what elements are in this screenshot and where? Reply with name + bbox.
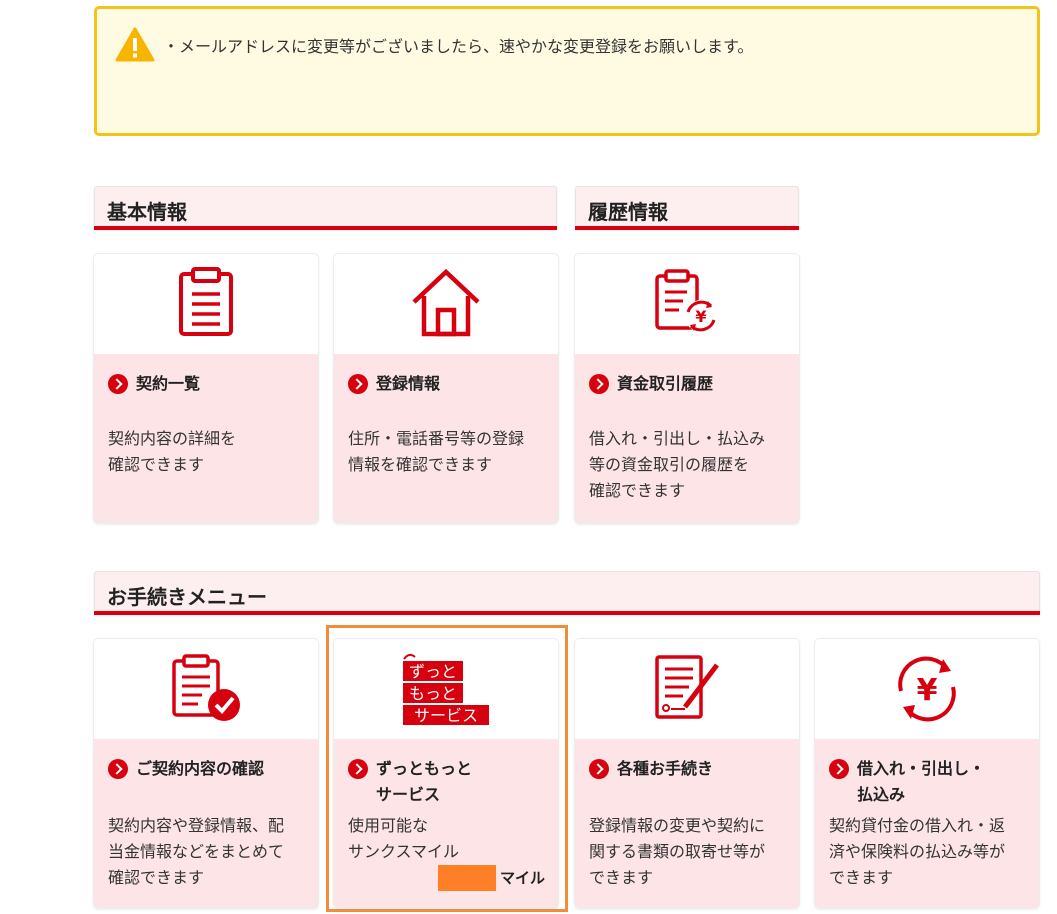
arrow-right-icon [589,374,609,394]
notice-box: ・メールアドレスに変更等がございましたら、速やかな変更登録をお願いします。 [94,6,1040,136]
card-desc-line: 契約貸付金の借入れ・返 [829,816,1006,835]
section-header-basic: 基本情報 [94,186,557,230]
card-desc-line: できます [589,868,654,887]
card-desc-line: 住所・電話番号等の登録 [348,429,525,448]
card-title: 登録情報 [376,374,441,393]
card-desc-line: 確認できます [108,455,205,474]
section-title-history: 履歴情報 [588,200,668,224]
arrow-right-icon [589,759,609,779]
svg-text:¥: ¥ [917,673,938,708]
card-title: 各種お手続き [617,759,714,778]
card-desc-line: できます [829,868,894,887]
section-header-history: 履歴情報 [575,186,799,230]
card-loans[interactable]: ¥ 借入れ・引出し・ 払込み 契約貸付金の借入れ・返 済や保険料の払込み等が でき… [815,639,1039,907]
clipboard-icon [179,267,233,336]
card-desc-line: 確認できます [108,868,205,887]
section-title-basic: 基本情報 [107,200,187,224]
arrow-right-icon [108,374,128,394]
warning-icon [115,27,155,62]
card-desc-line: 借入れ・引出し・払込み [589,429,766,448]
card-contract-list[interactable]: 契約一覧 契約内容の詳細を 確認できます [94,254,318,522]
card-procedures[interactable]: 各種お手続き 登録情報の変更や契約に 関する書類の取寄せ等が できます [575,639,799,907]
yen-cycle-icon: ¥ [898,656,956,722]
house-icon [412,268,480,337]
card-desc-line: 確認できます [589,481,686,500]
card-contract-confirm[interactable]: ご契約内容の確認 契約内容や登録情報、配 当金情報などをまとめて 確認できます [94,639,318,907]
document-pen-icon [655,655,719,719]
clipboard-check-icon [172,654,240,721]
arrow-right-icon [348,374,368,394]
card-title-line1: 借入れ・引出し・ [857,759,986,778]
card-title: 契約一覧 [136,374,201,393]
card-desc-line: 登録情報の変更や契約に [589,816,766,835]
card-desc-line: 済や保険料の払込み等が [829,842,1006,861]
card-desc-line: 契約内容の詳細を [108,429,237,448]
svg-text:¥: ¥ [695,307,706,326]
card-desc-line: 情報を確認できます [348,455,493,474]
highlight-frame [326,625,568,912]
notice-message: ・メールアドレスに変更等がございましたら、速やかな変更登録をお願いします。 [163,37,754,56]
card-desc-line: 当金情報などをまとめて [108,842,285,861]
card-desc-line: 契約内容や登録情報、配 [108,816,285,835]
section-title-procedures: お手続きメニュー [107,585,267,609]
card-transaction-history[interactable]: ¥ 資金取引履歴 借入れ・引出し・払込み 等の資金取引の履歴を 確認できます [575,254,799,522]
card-desc-line: 関する書類の取寄せ等が [589,842,766,861]
arrow-right-icon [829,759,849,779]
card-desc-line: 等の資金取引の履歴を [589,455,750,474]
yen-document-icon: ¥ [655,269,717,332]
card-registration[interactable]: 登録情報 住所・電話番号等の登録 情報を確認できます [334,254,558,522]
card-title: 資金取引履歴 [617,374,714,393]
arrow-right-icon [108,759,128,779]
section-header-procedures: お手続きメニュー [94,571,1040,615]
card-title-line2: 払込み [857,785,906,804]
card-title: ご契約内容の確認 [136,759,265,778]
